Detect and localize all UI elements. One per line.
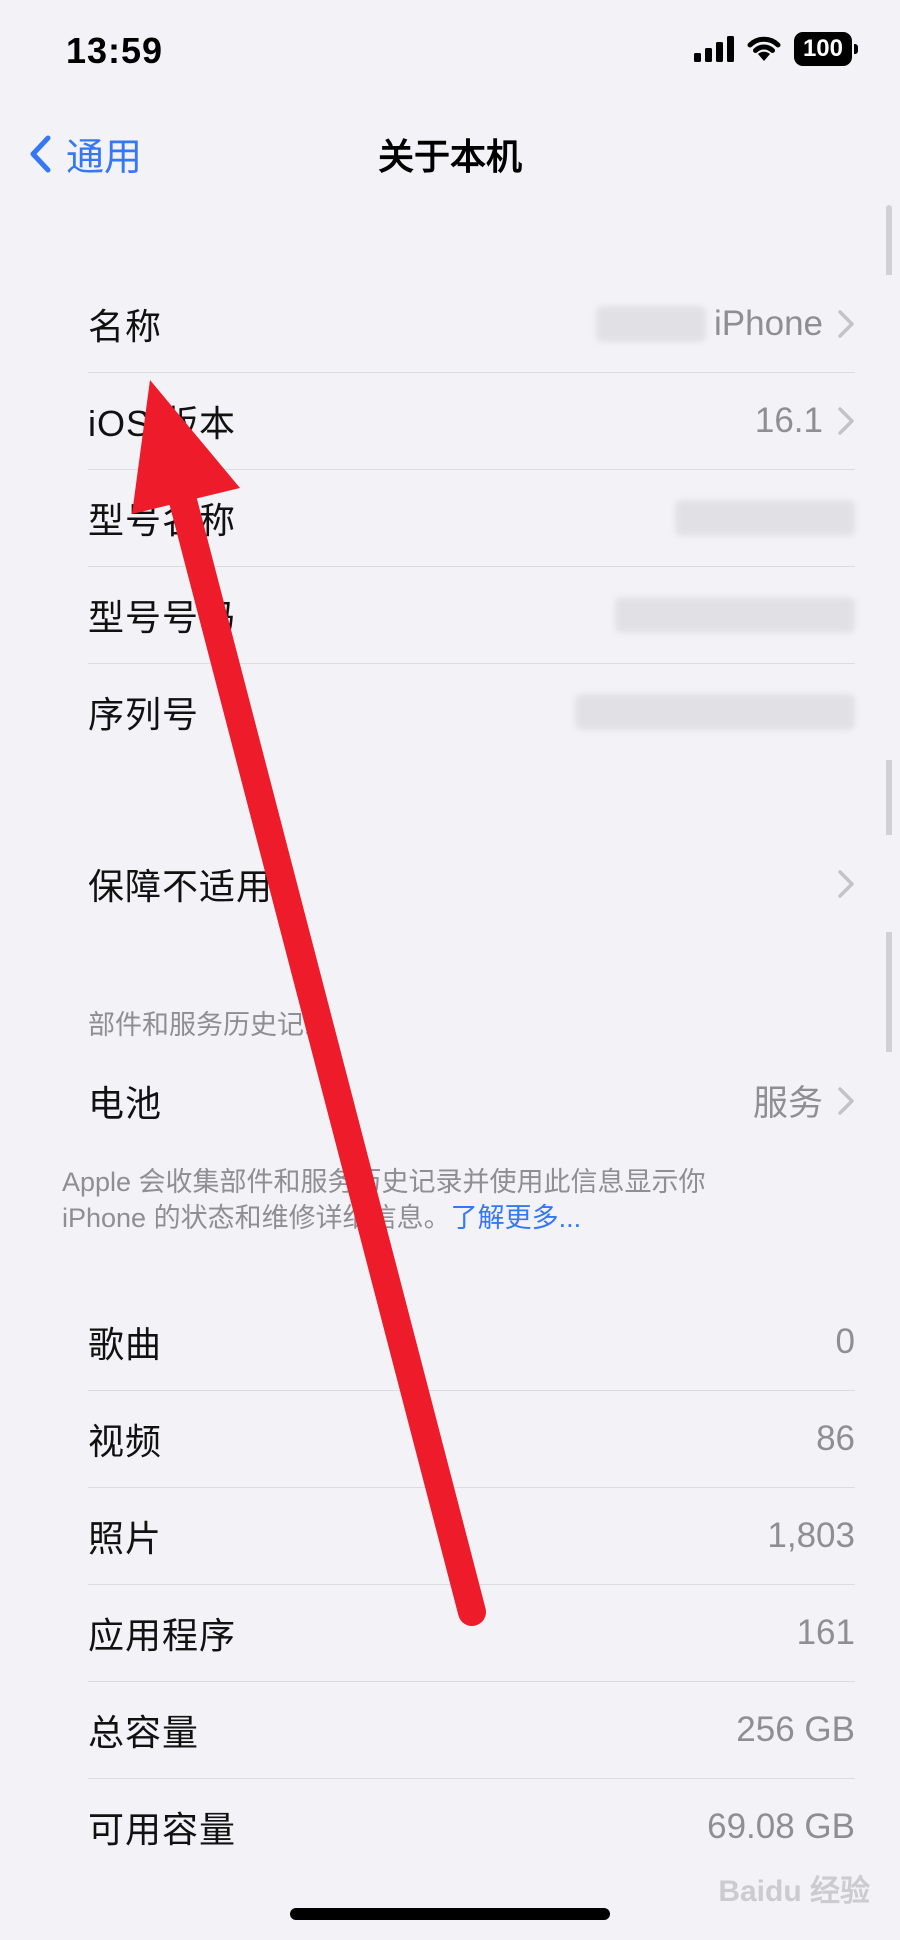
- row-value: 16.1: [755, 401, 855, 441]
- battery-service-value: 服务: [752, 1084, 823, 1123]
- row-warranty[interactable]: 保障不适用: [88, 835, 855, 932]
- battery-level: 100: [793, 32, 852, 66]
- row-label: 照片: [88, 1517, 163, 1559]
- row-label: 电池: [88, 1082, 163, 1124]
- navigation-bar: 通用 关于本机: [0, 110, 900, 190]
- warranty-group: 保障不适用: [0, 835, 900, 932]
- redacted-value: [596, 305, 707, 342]
- stats-group: 歌曲 0 视频 86 照片 1,803 应用程序 161 总容量 256 GB …: [0, 1293, 900, 1875]
- row-label: 应用程序: [88, 1614, 237, 1656]
- row-label: 视频: [88, 1420, 163, 1462]
- redacted-value: [575, 693, 855, 730]
- row-available: 可用容量 69.08 GB: [88, 1778, 855, 1875]
- chevron-right-icon: [838, 869, 854, 898]
- row-name[interactable]: 名称 iPhone: [88, 275, 855, 372]
- watermark: Baidu 经验: [718, 1875, 870, 1908]
- row-value: 0: [835, 1321, 855, 1361]
- wifi-icon: [747, 36, 781, 61]
- row-label: 名称: [88, 305, 163, 347]
- row-model-number: 型号号码: [88, 566, 855, 663]
- row-value: 161: [796, 1612, 855, 1652]
- row-apps: 应用程序 161: [88, 1584, 855, 1681]
- row-value: 1,803: [767, 1515, 855, 1555]
- row-value: iPhone: [596, 304, 855, 344]
- cellular-signal-icon: [693, 36, 734, 62]
- battery-tip: [854, 44, 858, 54]
- row-label: 可用容量: [88, 1808, 237, 1850]
- chevron-right-icon: [838, 309, 854, 338]
- parts-service-group: 电池 服务: [0, 1052, 900, 1149]
- status-time: 13:59: [66, 30, 164, 71]
- row-value: 86: [816, 1418, 855, 1458]
- row-value: [615, 596, 855, 633]
- row-value: 256 GB: [736, 1709, 855, 1749]
- row-label: 序列号: [88, 693, 200, 735]
- row-capacity: 总容量 256 GB: [88, 1681, 855, 1778]
- row-songs: 歌曲 0: [88, 1293, 855, 1390]
- device-info-group: 名称 iPhone iOS 版本 16.1 型号名称 型号号码 序列号: [0, 275, 900, 760]
- row-value: [575, 693, 855, 730]
- row-serial-number: 序列号: [88, 663, 855, 760]
- parts-footnote: Apple 会收集部件和服务历史记录并使用此信息显示你iPhone 的状态和维修…: [62, 1164, 780, 1236]
- row-label: 型号号码: [88, 596, 237, 638]
- row-model-name: 型号名称: [88, 469, 855, 566]
- section-header-parts: 部件和服务历史记录: [88, 1010, 331, 1040]
- row-label: iOS 版本: [88, 402, 237, 444]
- status-bar: 13:59 100: [0, 0, 900, 110]
- row-ios-version[interactable]: iOS 版本 16.1: [88, 372, 855, 469]
- battery-icon: 100: [793, 32, 858, 66]
- redacted-value: [675, 499, 855, 536]
- row-battery[interactable]: 电池 服务: [88, 1052, 855, 1149]
- learn-more-link[interactable]: 了解更多...: [451, 1203, 582, 1233]
- row-photos: 照片 1,803: [88, 1487, 855, 1584]
- row-label: 总容量: [88, 1711, 200, 1753]
- row-label: 保障不适用: [88, 865, 274, 907]
- row-value: [675, 499, 855, 536]
- ios-version-value: 16.1: [754, 400, 823, 440]
- footnote-text: Apple 会收集部件和服务历史记录并使用此信息显示你iPhone 的状态和维修…: [62, 1167, 706, 1233]
- row-label: 型号名称: [88, 499, 237, 541]
- row-value: 69.08 GB: [707, 1806, 855, 1846]
- chevron-right-icon: [838, 1086, 854, 1115]
- home-indicator[interactable]: [290, 1908, 610, 1920]
- chevron-right-icon: [838, 406, 854, 435]
- row-value: 服务: [753, 1075, 855, 1126]
- device-name-value: iPhone: [714, 303, 823, 343]
- status-icons: 100: [693, 32, 858, 66]
- page-title: 关于本机: [377, 136, 522, 177]
- row-label: 歌曲: [88, 1323, 163, 1365]
- row-value: [823, 869, 855, 899]
- row-videos: 视频 86: [88, 1390, 855, 1487]
- redacted-value: [615, 596, 855, 633]
